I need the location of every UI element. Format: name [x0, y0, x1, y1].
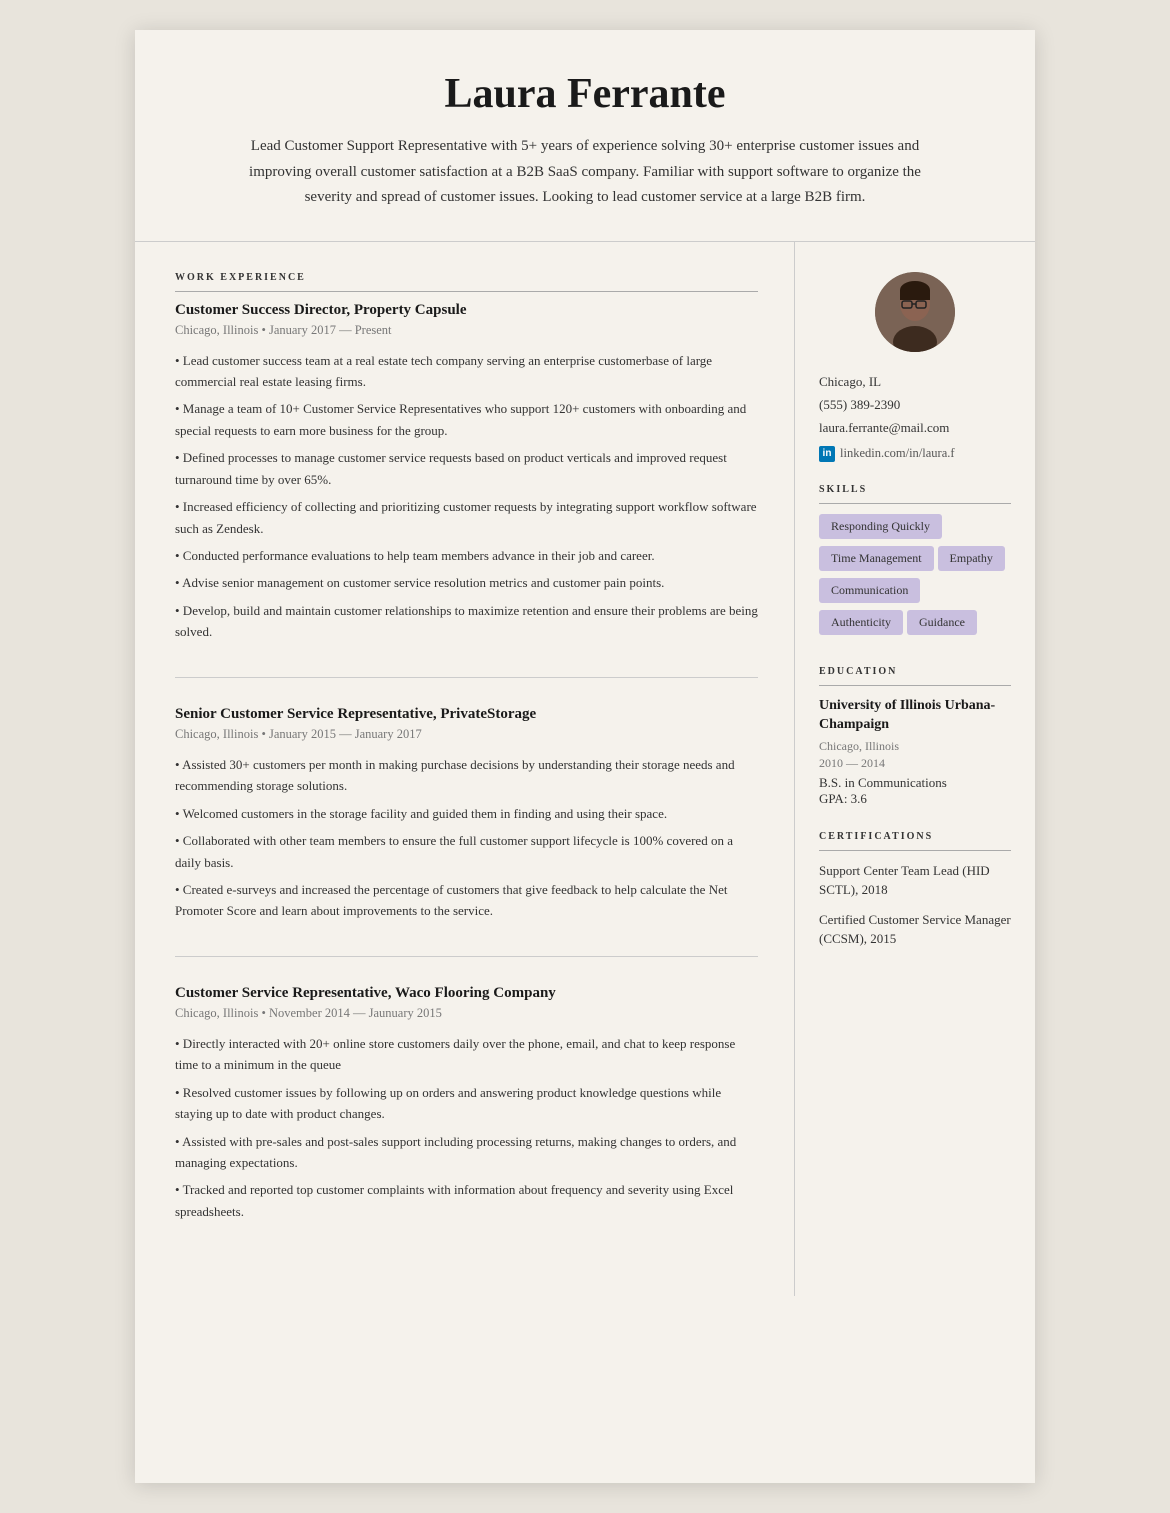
main-column: WORK EXPERIENCE Customer Success Directo…: [135, 242, 795, 1297]
job-entry-2: Senior Customer Service Representative, …: [175, 706, 758, 957]
contact-city: Chicago, IL: [819, 370, 1011, 393]
bullet: • Lead customer success team at a real e…: [175, 350, 758, 393]
cert-item-2: Certified Customer Service Manager (CCSM…: [819, 910, 1011, 949]
contact-email: laura.ferrante@mail.com: [819, 416, 1011, 439]
skills-tags: Responding Quickly Time ManagementEmpathy…: [819, 514, 1011, 642]
skill-tag: Responding Quickly: [819, 514, 942, 539]
bullet: • Defined processes to manage customer s…: [175, 447, 758, 490]
job-meta-2: Chicago, Illinois • January 2015 — Janua…: [175, 727, 758, 742]
contact-info: Chicago, IL (555) 389-2390 laura.ferrant…: [819, 370, 1011, 462]
bullet: • Welcomed customers in the storage faci…: [175, 803, 758, 824]
education-label: EDUCATION: [819, 666, 1011, 686]
job-entry-3: Customer Service Representative, Waco Fl…: [175, 985, 758, 1257]
bullet: • Tracked and reported top customer comp…: [175, 1179, 758, 1222]
bullet: • Develop, build and maintain customer r…: [175, 600, 758, 643]
job-title-3: Customer Service Representative, Waco Fl…: [175, 985, 758, 1002]
bullet: • Directly interacted with 20+ online st…: [175, 1033, 758, 1076]
job-meta-1: Chicago, Illinois • January 2017 — Prese…: [175, 323, 758, 338]
bullet: • Increased efficiency of collecting and…: [175, 496, 758, 539]
edu-location: Chicago, Illinois: [819, 739, 1011, 754]
avatar: [875, 272, 955, 352]
skills-section: SKILLS Responding Quickly Time Management…: [819, 484, 1011, 642]
edu-years: 2010 — 2014: [819, 756, 1011, 771]
body-section: WORK EXPERIENCE Customer Success Directo…: [135, 242, 1035, 1297]
edu-degree: B.S. in Communications: [819, 775, 1011, 791]
side-column: Chicago, IL (555) 389-2390 laura.ferrant…: [795, 242, 1035, 1297]
bullet: • Advise senior management on customer s…: [175, 572, 758, 593]
job-location-2: Chicago, Illinois: [175, 727, 258, 741]
bullet: • Assisted 30+ customers per month in ma…: [175, 754, 758, 797]
edu-school: University of Illinois Urbana-Champaign: [819, 696, 1011, 735]
certifications-label: CERTIFICATIONS: [819, 831, 1011, 851]
job-dates-3: November 2014 — Jaunuary 2015: [269, 1006, 442, 1020]
skill-tag: Authenticity: [819, 610, 903, 635]
cert-item-1: Support Center Team Lead (HID SCTL), 201…: [819, 861, 1011, 900]
bullet: • Created e-surveys and increased the pe…: [175, 879, 758, 922]
edu-gpa: GPA: 3.6: [819, 791, 1011, 807]
job-title-2: Senior Customer Service Representative, …: [175, 706, 758, 723]
bullet: • Resolved customer issues by following …: [175, 1082, 758, 1125]
job-meta-3: Chicago, Illinois • November 2014 — Jaun…: [175, 1006, 758, 1021]
job-title-1: Customer Success Director, Property Caps…: [175, 302, 758, 319]
job-location-1: Chicago, Illinois: [175, 323, 258, 337]
resume-document: Laura Ferrante Lead Customer Support Rep…: [135, 30, 1035, 1483]
contact-phone: (555) 389-2390: [819, 393, 1011, 416]
job-bullets-1: • Lead customer success team at a real e…: [175, 350, 758, 643]
skill-tag: Time Management: [819, 546, 934, 571]
header-section: Laura Ferrante Lead Customer Support Rep…: [135, 30, 1035, 242]
job-dates-1: January 2017 — Present: [269, 323, 392, 337]
bullet: • Assisted with pre-sales and post-sales…: [175, 1131, 758, 1174]
skill-tag: Empathy: [938, 546, 1005, 571]
skill-tag: Guidance: [907, 610, 977, 635]
job-bullets-3: • Directly interacted with 20+ online st…: [175, 1033, 758, 1223]
education-section: EDUCATION University of Illinois Urbana-…: [819, 666, 1011, 807]
avatar-area: [819, 272, 1011, 352]
skill-tag: Communication: [819, 578, 920, 603]
job-entry-1: Customer Success Director, Property Caps…: [175, 302, 758, 678]
work-experience-label: WORK EXPERIENCE: [175, 272, 758, 292]
job-dates-2: January 2015 — January 2017: [269, 727, 422, 741]
skills-label: SKILLS: [819, 484, 1011, 504]
linkedin-icon: in: [819, 446, 835, 462]
job-bullets-2: • Assisted 30+ customers per month in ma…: [175, 754, 758, 922]
professional-summary: Lead Customer Support Representative wit…: [225, 134, 945, 211]
bullet: • Collaborated with other team members t…: [175, 830, 758, 873]
bullet: • Conducted performance evaluations to h…: [175, 545, 758, 566]
linkedin-url: linkedin.com/in/laura.f: [840, 446, 955, 461]
certifications-section: CERTIFICATIONS Support Center Team Lead …: [819, 831, 1011, 949]
bullet: • Manage a team of 10+ Customer Service …: [175, 398, 758, 441]
candidate-name: Laura Ferrante: [195, 70, 975, 118]
job-location-3: Chicago, Illinois: [175, 1006, 258, 1020]
linkedin-line: in linkedin.com/in/laura.f: [819, 446, 1011, 462]
